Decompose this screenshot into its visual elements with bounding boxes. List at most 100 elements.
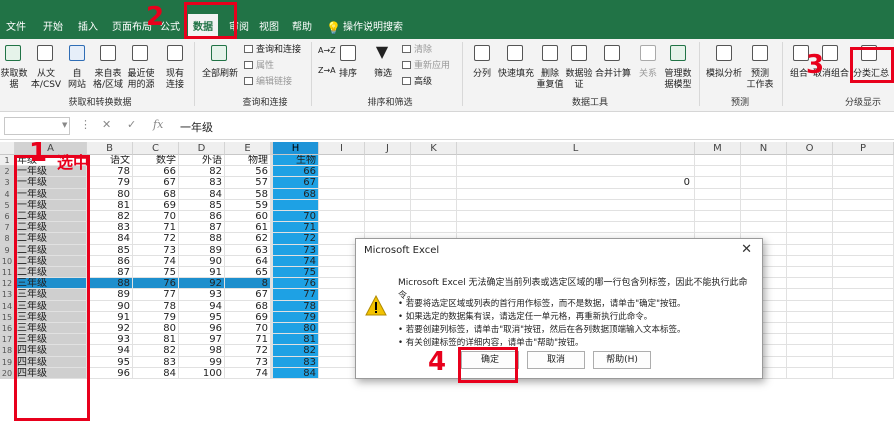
relationships-button[interactable]: 关系	[634, 69, 662, 80]
data-cell[interactable]: 95	[87, 356, 133, 368]
data-cell[interactable]: 68	[273, 188, 319, 200]
empty-cell[interactable]	[741, 188, 787, 200]
data-cell[interactable]: 79	[133, 311, 179, 323]
data-cell[interactable]: 65	[225, 267, 271, 279]
header-cell[interactable]: 物理	[225, 155, 271, 167]
data-cell[interactable]: 68	[225, 300, 271, 312]
data-cell[interactable]: 87	[179, 222, 225, 234]
tell-me-search[interactable]: 操作说明搜索	[343, 14, 423, 39]
data-cell[interactable]: 70	[225, 323, 271, 335]
empty-cell[interactable]	[319, 155, 365, 167]
empty-cell[interactable]	[695, 199, 741, 211]
row-header[interactable]: 3	[0, 177, 15, 189]
data-cell[interactable]: 80	[273, 323, 319, 335]
data-cell[interactable]: 90	[87, 300, 133, 312]
data-cell[interactable]: 57	[225, 177, 271, 189]
data-cell[interactable]: 72	[133, 233, 179, 245]
dialog-close-icon[interactable]: ✕	[741, 242, 752, 257]
data-cell[interactable]: 77	[133, 289, 179, 301]
recent-sources-button[interactable]: 最近使 用的源	[124, 69, 158, 91]
empty-cell[interactable]	[411, 166, 457, 178]
data-cell[interactable]: 67	[225, 289, 271, 301]
empty-cell[interactable]	[787, 289, 833, 301]
data-cell[interactable]: 92	[179, 278, 225, 290]
data-cell[interactable]: 89	[87, 289, 133, 301]
data-cell[interactable]: 71	[225, 334, 271, 346]
empty-cell[interactable]	[833, 267, 894, 279]
data-cell[interactable]: 78	[133, 300, 179, 312]
data-cell[interactable]: 86	[87, 255, 133, 267]
empty-cell[interactable]	[787, 311, 833, 323]
empty-cell[interactable]	[833, 334, 894, 346]
row-header[interactable]: 5	[0, 199, 15, 211]
column-header-c[interactable]: C	[133, 142, 179, 155]
empty-cell[interactable]	[695, 222, 741, 234]
data-cell[interactable]: 85	[179, 199, 225, 211]
column-header-e[interactable]: E	[225, 142, 271, 155]
reapply-button[interactable]: 重新应用	[402, 60, 450, 72]
column-header-l[interactable]: L	[457, 142, 695, 155]
clear-button[interactable]: 清除	[402, 44, 432, 56]
column-header-b[interactable]: B	[87, 142, 133, 155]
empty-cell[interactable]	[833, 300, 894, 312]
empty-cell[interactable]	[833, 177, 894, 189]
empty-cell[interactable]	[319, 199, 365, 211]
empty-cell[interactable]	[787, 244, 833, 256]
data-cell[interactable]: 63	[225, 244, 271, 256]
empty-cell[interactable]	[787, 356, 833, 368]
data-cell[interactable]: 81	[87, 199, 133, 211]
row-header[interactable]: 2	[0, 166, 15, 178]
cancel-icon[interactable]: ✕	[102, 118, 111, 131]
empty-cell[interactable]	[365, 211, 411, 223]
empty-cell[interactable]	[319, 177, 365, 189]
header-cell[interactable]: 外语	[179, 155, 225, 167]
row-header[interactable]: 4	[0, 188, 15, 200]
header-cell[interactable]: 数学	[133, 155, 179, 167]
empty-cell[interactable]	[695, 188, 741, 200]
data-cell[interactable]: 74	[273, 255, 319, 267]
column-header-p[interactable]: P	[833, 142, 894, 155]
empty-cell[interactable]	[695, 211, 741, 223]
empty-cell[interactable]	[787, 199, 833, 211]
empty-cell[interactable]	[741, 166, 787, 178]
data-cell[interactable]: 8	[225, 278, 271, 290]
data-cell[interactable]: 83	[87, 222, 133, 234]
properties-button[interactable]: 属性	[244, 60, 274, 72]
row-header[interactable]: 15	[0, 311, 15, 323]
data-cell[interactable]: 69	[225, 311, 271, 323]
row-header[interactable]: 20	[0, 367, 15, 379]
tab-file[interactable]: 文件	[3, 14, 29, 39]
from-table-button[interactable]: 来自表 格/区域	[90, 69, 126, 91]
data-cell[interactable]: 66	[133, 166, 179, 178]
data-validation-button[interactable]: 数据验 证	[562, 69, 596, 91]
empty-cell[interactable]	[411, 155, 457, 167]
flash-fill-button[interactable]: 快速填充	[495, 69, 537, 80]
data-cell[interactable]: 64	[225, 255, 271, 267]
data-cell[interactable]: 94	[179, 300, 225, 312]
data-cell[interactable]: 78	[273, 300, 319, 312]
empty-cell[interactable]	[695, 177, 741, 189]
get-data-button[interactable]: 获取数 据	[0, 69, 28, 91]
advanced-button[interactable]: 高级	[402, 76, 432, 88]
row-header[interactable]: 17	[0, 334, 15, 346]
existing-connections-button[interactable]: 现有 连接	[160, 69, 190, 91]
empty-cell[interactable]	[411, 199, 457, 211]
empty-cell[interactable]	[833, 211, 894, 223]
empty-cell[interactable]	[833, 155, 894, 167]
empty-cell[interactable]	[833, 244, 894, 256]
data-cell[interactable]: 83	[179, 177, 225, 189]
empty-cell[interactable]	[741, 155, 787, 167]
sort-ascending-button[interactable]: A→Z	[318, 45, 336, 57]
empty-cell[interactable]	[787, 345, 833, 357]
data-cell[interactable]: 87	[87, 267, 133, 279]
empty-cell[interactable]	[365, 155, 411, 167]
empty-cell[interactable]	[833, 255, 894, 267]
data-cell[interactable]: 93	[87, 334, 133, 346]
empty-cell[interactable]	[787, 166, 833, 178]
edit-links-button[interactable]: 编辑链接	[244, 76, 292, 88]
empty-cell[interactable]	[833, 311, 894, 323]
data-cell[interactable]: 67	[133, 177, 179, 189]
refresh-all-button[interactable]: 全部刷新	[198, 69, 242, 80]
data-cell[interactable]: 79	[273, 311, 319, 323]
data-cell[interactable]: 60	[225, 211, 271, 223]
